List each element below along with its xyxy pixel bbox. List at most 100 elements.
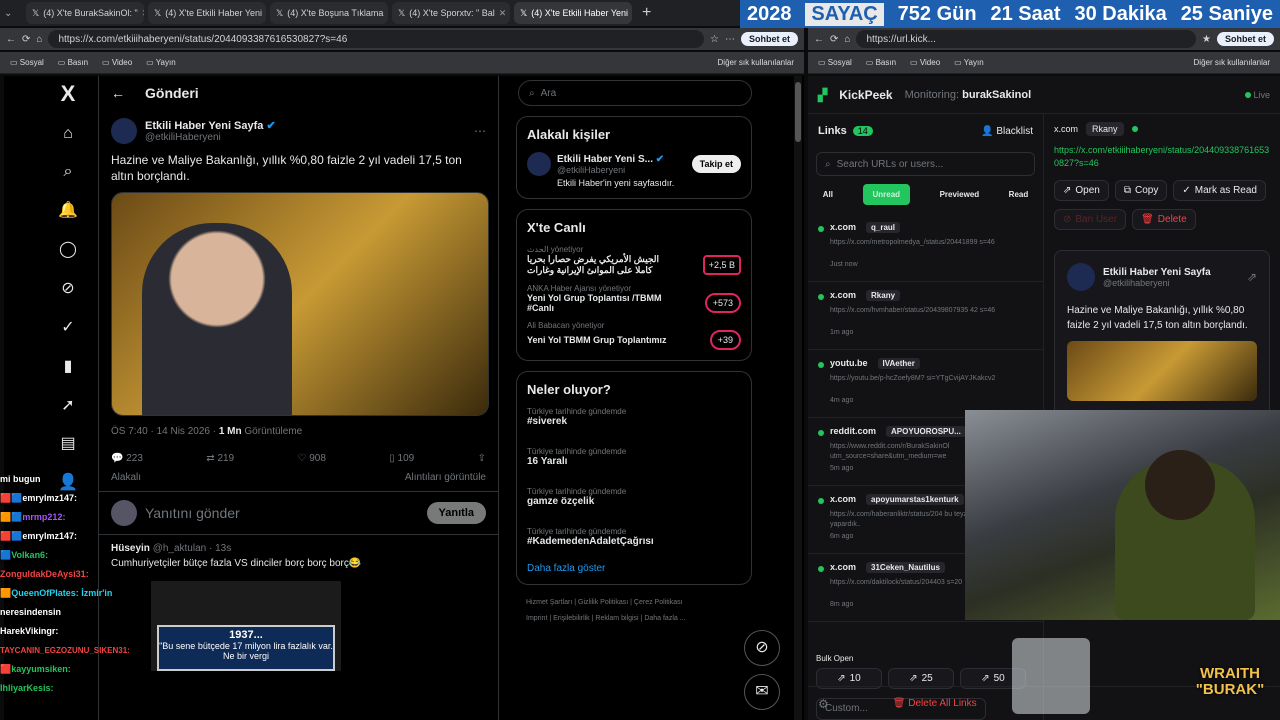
detail-url[interactable]: https://x.com/etkiiihaberyeni/status/204… bbox=[1054, 144, 1270, 170]
tab-search-icon[interactable]: ⌄ bbox=[4, 8, 22, 19]
reply-author[interactable]: Hüseyin bbox=[111, 543, 150, 554]
footer-link[interactable]: Reklam bilgisi bbox=[595, 615, 638, 622]
messages-icon[interactable]: ◯ bbox=[58, 240, 78, 260]
more-icon[interactable]: ⋯ bbox=[474, 124, 486, 138]
delete-all-button[interactable]: 🗑 Delete All Links bbox=[893, 698, 977, 709]
external-link-icon[interactable]: ⇗ bbox=[1247, 270, 1257, 284]
person-name[interactable]: Etkili Haber Yeni S... bbox=[557, 154, 653, 165]
pages-icon[interactable]: ▤ bbox=[58, 434, 78, 454]
bookmark-folder[interactable]: ▭ Yayın bbox=[954, 58, 984, 67]
messages-fab-icon[interactable]: ✉ bbox=[744, 674, 780, 710]
relevance-dropdown[interactable]: Alakalı bbox=[111, 472, 141, 483]
tweet-time[interactable]: ÖS 7:40 · 14 Nis 2026 · bbox=[111, 426, 216, 437]
live-item[interactable]: Ali Babacan yönetiyor Yeni Yol TBMM Grup… bbox=[527, 321, 741, 350]
x-logo-icon[interactable]: X bbox=[58, 83, 78, 105]
footer-link[interactable]: Erişilebilirlik bbox=[553, 615, 590, 622]
grok-icon[interactable]: ⊘ bbox=[58, 279, 78, 299]
trend-item[interactable]: Türkiye tarihinde gündemde gamze özçelik bbox=[527, 487, 741, 527]
retweet-action[interactable]: ⇄ 219 bbox=[206, 453, 234, 464]
reply-action[interactable]: 💬 223 bbox=[111, 453, 143, 464]
settings-icon[interactable]: ⚙ bbox=[818, 697, 829, 711]
bookmark-icon[interactable]: ▮ bbox=[58, 357, 78, 377]
url-field[interactable]: https://x.com/etkiiihaberyeni/status/204… bbox=[48, 30, 705, 48]
close-icon[interactable]: ✕ bbox=[387, 8, 388, 19]
footer-link[interactable]: Imprint bbox=[526, 615, 547, 622]
browser-tab[interactable]: 𝕏(4) X'te Etkili Haber Yeni✕ bbox=[148, 2, 266, 24]
view-quotes-link[interactable]: Alıntıları görüntüle bbox=[405, 472, 486, 483]
author-name[interactable]: Etkili Haber Yeni Sayfa bbox=[145, 120, 263, 132]
grok-fab-icon[interactable]: ⊘ bbox=[744, 630, 780, 666]
browser-tab[interactable]: 𝕏(4) X'te Boşuna Tıklama✕ bbox=[270, 2, 388, 24]
bookmark-folder[interactable]: ▭ Sosyal bbox=[10, 58, 44, 67]
notifications-icon[interactable]: 🔔 bbox=[58, 201, 78, 221]
link-list-item[interactable]: x.com q_raul https://x.com/metropolmedya_/… bbox=[808, 214, 1043, 282]
reply-button[interactable]: Yanıtla bbox=[426, 502, 486, 524]
chat-chip[interactable]: Sohbet et bbox=[1216, 32, 1274, 46]
other-bookmarks[interactable]: Diğer sık kullanılanlar bbox=[1194, 58, 1270, 67]
bookmark-folder[interactable]: ▭ Basın bbox=[866, 58, 896, 67]
rocket-icon[interactable]: ➚ bbox=[58, 396, 78, 416]
bookmark-folder[interactable]: ▭ Yayın bbox=[146, 58, 176, 67]
back-icon[interactable]: ← bbox=[814, 34, 824, 45]
footer-link[interactable]: Hizmet Şartları bbox=[526, 599, 572, 606]
live-item[interactable]: ANKA Haber Ajansı yönetiyor Yeni Yol Gru… bbox=[527, 284, 741, 313]
browser-tab-active[interactable]: 𝕏(4) X'te Etkili Haber Yeni✕ bbox=[514, 2, 632, 24]
ban-user-button[interactable]: ⊘ Ban User bbox=[1054, 209, 1127, 230]
tweet-image[interactable] bbox=[111, 192, 489, 416]
mark-read-button[interactable]: ✓ Mark as Read bbox=[1173, 180, 1266, 201]
footer-link[interactable]: Çerez Politikası bbox=[634, 599, 683, 606]
avatar[interactable] bbox=[111, 118, 137, 144]
chat-chip[interactable]: Sohbet et bbox=[740, 32, 798, 46]
new-tab-icon[interactable]: + bbox=[636, 4, 657, 22]
other-bookmarks[interactable]: Diğer sık kullanılanlar bbox=[718, 58, 794, 67]
back-arrow-icon[interactable]: ← bbox=[111, 85, 125, 101]
footer-link[interactable]: Gizlilik Politikası bbox=[578, 599, 628, 606]
trend-item[interactable]: Türkiye tarihinde gündemde #siverek bbox=[527, 407, 741, 447]
close-icon[interactable]: ✕ bbox=[499, 8, 507, 19]
star-icon[interactable]: ★ bbox=[1202, 34, 1211, 45]
trend-item[interactable]: Türkiye tarihinde gündemde 16 Yaralı bbox=[527, 447, 741, 487]
show-more-link[interactable]: Daha fazla göster bbox=[527, 563, 741, 574]
link-list-item[interactable]: youtu.be IVAether https://youtu.be/p-hcZoe… bbox=[808, 350, 1043, 418]
bookmark-action[interactable]: ▯ 109 bbox=[389, 453, 414, 464]
star-icon[interactable]: ☆ bbox=[710, 34, 719, 45]
share-icon[interactable]: ⇪ bbox=[478, 453, 486, 464]
home-icon[interactable]: ⌂ bbox=[36, 34, 42, 45]
trend-item[interactable]: Türkiye tarihinde gündemde #KademedenAdal… bbox=[527, 527, 741, 563]
filter-previewed[interactable]: Previewed bbox=[940, 190, 980, 199]
close-icon[interactable]: ✕ bbox=[142, 8, 144, 19]
reload-icon[interactable]: ⟳ bbox=[22, 34, 30, 45]
delete-button[interactable]: 🗑 Delete bbox=[1132, 209, 1196, 230]
reload-icon[interactable]: ⟳ bbox=[830, 34, 838, 45]
url-field[interactable]: https://url.kick... bbox=[856, 30, 1197, 48]
bookmark-folder[interactable]: ▭ Sosyal bbox=[818, 58, 852, 67]
author-handle[interactable]: @etkiliHaberyeni bbox=[145, 132, 276, 143]
live-item[interactable]: الحدث yönetiyor الجيش الأمريكي يفرض حصار… bbox=[527, 245, 741, 276]
home-icon[interactable]: ⌂ bbox=[58, 124, 78, 144]
filter-all[interactable]: All bbox=[823, 190, 833, 199]
bookmark-folder[interactable]: ▭ Basın bbox=[58, 58, 88, 67]
open-button[interactable]: ⇗ Open bbox=[1054, 180, 1109, 201]
link-list-item[interactable]: x.com Rkany https://x.com/hvmhaber/status/… bbox=[808, 282, 1043, 350]
home-icon[interactable]: ⌂ bbox=[844, 34, 850, 45]
bookmark-folder[interactable]: ▭ Video bbox=[102, 58, 132, 67]
reply-input[interactable]: Yanıtını gönder bbox=[145, 505, 240, 521]
search-input[interactable]: ⌕ Search URLs or users... bbox=[816, 152, 1035, 176]
scrollbar[interactable] bbox=[794, 76, 802, 720]
filter-unread[interactable]: Unread bbox=[862, 183, 911, 205]
footer-link[interactable]: Daha fazla ... bbox=[644, 615, 685, 622]
search-icon[interactable]: ⌕ bbox=[58, 162, 78, 182]
reply-media[interactable]: 1937... "Bu sene bütçede 17 milyon lira … bbox=[151, 581, 341, 671]
browser-tab[interactable]: 𝕏 (4) X'te Sporxtv: " Bal ✕ bbox=[392, 2, 510, 24]
blacklist-button[interactable]: 👤 Blacklist bbox=[981, 126, 1033, 137]
bookmark-folder[interactable]: ▭ Video bbox=[910, 58, 940, 67]
copy-button[interactable]: ⧉ Copy bbox=[1114, 180, 1168, 201]
back-icon[interactable]: ← bbox=[6, 34, 16, 45]
more-icon[interactable]: ⋯ bbox=[725, 34, 735, 45]
verified-icon[interactable]: ✓ bbox=[58, 318, 78, 338]
filter-read[interactable]: Read bbox=[1009, 190, 1029, 199]
like-action[interactable]: ♡ 908 bbox=[297, 453, 325, 464]
follow-button[interactable]: Takip et bbox=[691, 155, 741, 173]
search-box[interactable]: ⌕ Ara bbox=[518, 80, 752, 106]
browser-tab[interactable]: 𝕏(4) X'te BurakSakinOl: " ✕ bbox=[26, 2, 144, 24]
